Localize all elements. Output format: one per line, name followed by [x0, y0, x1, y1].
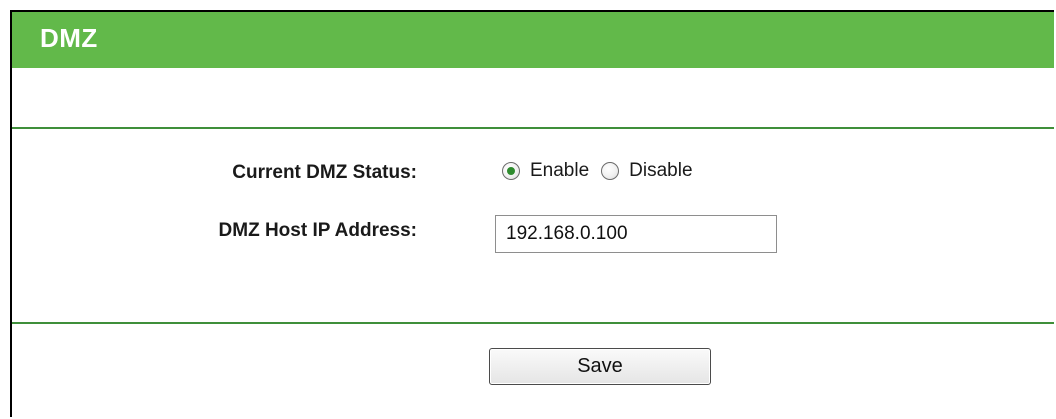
- section-divider-top: [12, 127, 1054, 129]
- save-button[interactable]: Save: [489, 348, 711, 385]
- section-divider-bottom: [12, 322, 1054, 324]
- dmz-host-ip-label: DMZ Host IP Address:: [218, 220, 417, 241]
- dmz-host-ip-input[interactable]: [495, 215, 777, 253]
- enable-label: Enable: [530, 160, 590, 181]
- dmz-enable-option[interactable]: Enable: [502, 160, 589, 182]
- page-header: DMZ: [12, 12, 1054, 68]
- dmz-panel: DMZ Current DMZ Status: Enable Disable D…: [10, 10, 1054, 417]
- page-title: DMZ: [40, 23, 98, 53]
- dmz-disable-option[interactable]: Disable: [601, 160, 693, 182]
- disable-label: Disable: [629, 160, 693, 181]
- enable-radio[interactable]: [502, 162, 520, 180]
- dmz-status-label: Current DMZ Status:: [232, 162, 417, 183]
- dmz-status-radio-group: Enable Disable: [502, 160, 693, 182]
- disable-radio[interactable]: [601, 162, 620, 180]
